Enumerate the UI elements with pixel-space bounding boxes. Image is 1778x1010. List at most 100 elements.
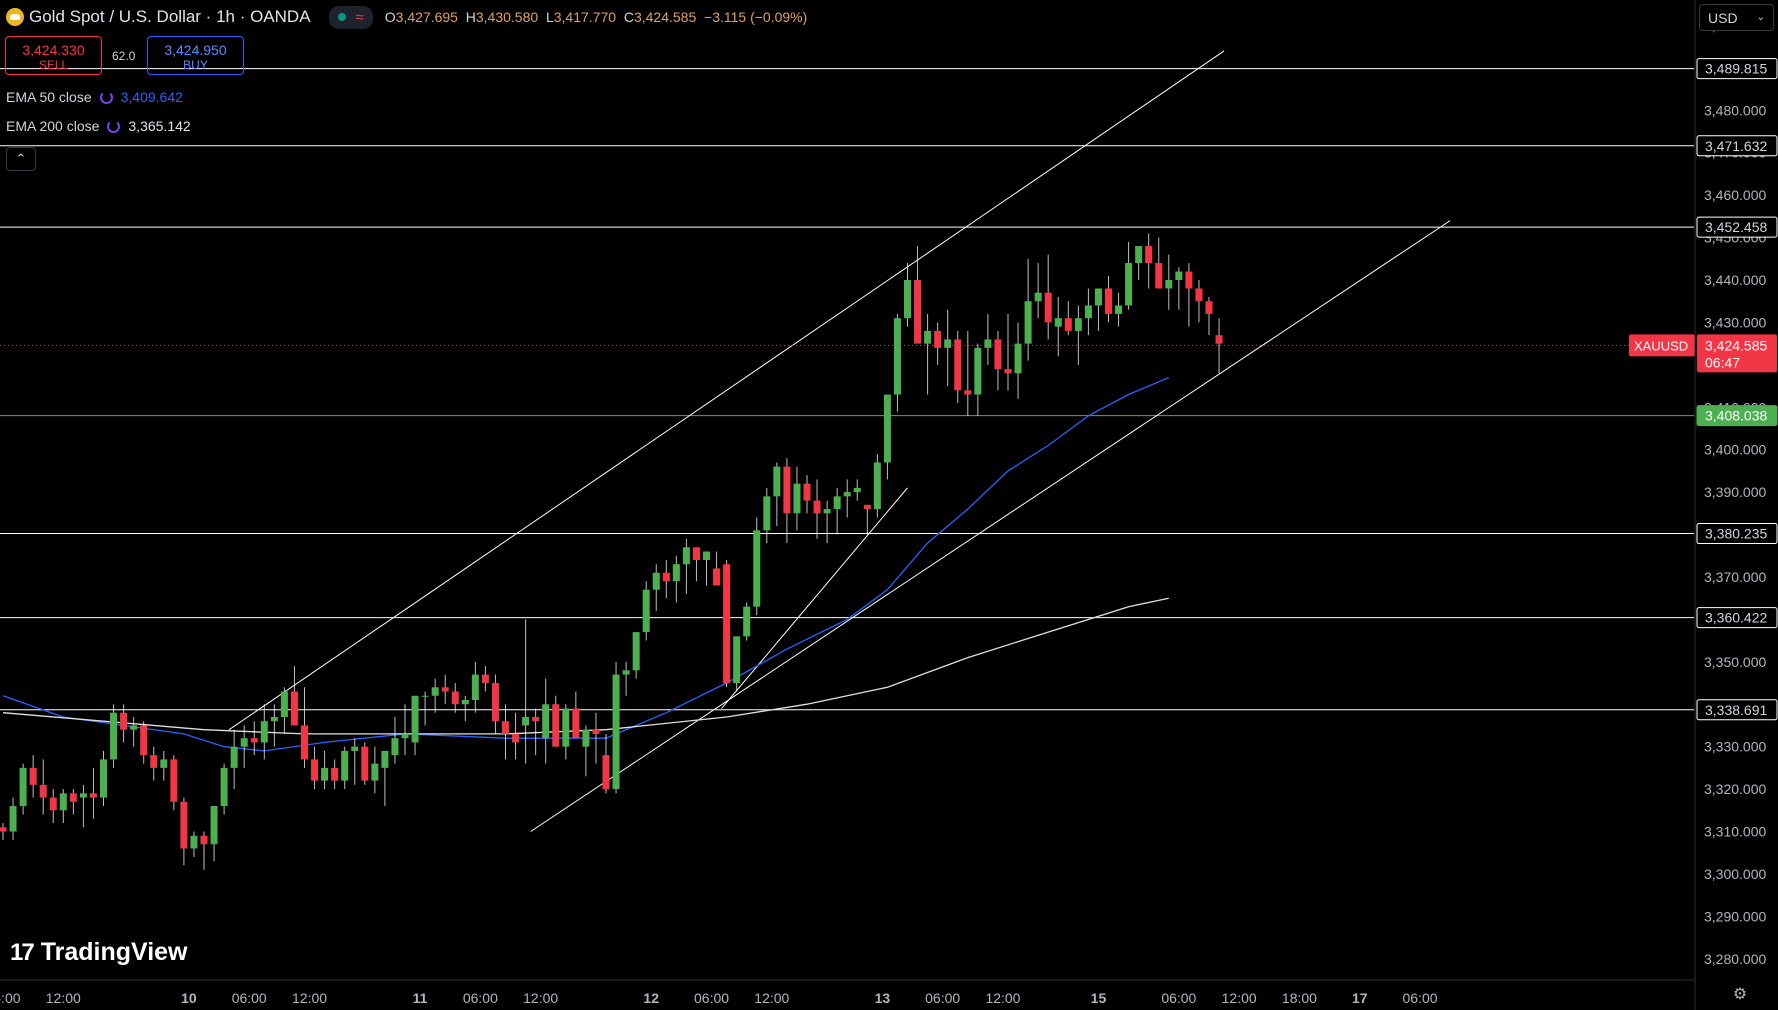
collapse-indicators-button[interactable]: ⌃ — [6, 147, 36, 171]
candle-body — [703, 551, 710, 560]
candle-body — [1064, 318, 1072, 331]
time-tick-label: 12:00 — [1222, 990, 1257, 1006]
candle-body — [1034, 292, 1042, 302]
ema50-label: EMA 50 close — [6, 89, 92, 105]
ema200-line — [2, 597, 1169, 735]
candle-body — [1145, 246, 1153, 264]
time-tick-label: 18:00 — [1282, 990, 1317, 1006]
candle-body — [240, 738, 248, 747]
trendline — [530, 220, 1451, 832]
sell-button[interactable]: 3,424.330 SELL — [5, 36, 102, 75]
candle-body — [461, 700, 469, 705]
candle-body — [662, 572, 670, 582]
candle-body — [512, 733, 520, 743]
candle-body — [1094, 288, 1102, 306]
currency-select[interactable]: USD ⌄ — [1699, 4, 1774, 31]
level-price-label: 3,408.038 — [1705, 408, 1767, 424]
price-tick-label: 3,300.000 — [1704, 866, 1766, 882]
candle-body — [853, 487, 861, 493]
candle-body — [753, 530, 761, 607]
candle-body — [331, 767, 339, 781]
gold-symbol-icon — [6, 8, 24, 26]
candle-body — [481, 674, 489, 684]
tradingview-logo: 17 TradingView — [10, 938, 188, 967]
settings-icon[interactable]: ⚙ — [1728, 984, 1752, 1006]
candle-body — [1054, 318, 1062, 327]
candle-body — [220, 767, 228, 807]
candle-body — [441, 687, 449, 692]
time-tick-label: 06:00 — [1403, 990, 1438, 1006]
trendline — [721, 487, 908, 709]
price-tick-label: 3,440.000 — [1704, 272, 1766, 288]
candle-body — [904, 280, 911, 319]
candle-body — [140, 725, 148, 756]
data-delay-icon: ≈ — [355, 8, 364, 26]
candle-body — [793, 483, 801, 514]
candle-body — [783, 466, 791, 514]
candle-body — [813, 500, 821, 514]
candle-body — [130, 725, 138, 730]
candle-body — [1115, 305, 1123, 314]
price-tick-label: 3,290.000 — [1704, 908, 1766, 924]
candle-body — [1135, 246, 1143, 264]
candle-body — [351, 746, 359, 751]
candle-body — [49, 797, 57, 811]
candle-body — [100, 759, 107, 798]
candle-body — [672, 564, 680, 582]
ema50-loading-icon — [99, 90, 113, 104]
candle-body — [873, 462, 881, 510]
candle-body — [833, 496, 841, 510]
candle-body — [491, 683, 499, 722]
candle-body — [451, 691, 459, 705]
candle-body — [914, 280, 922, 344]
candle-body — [401, 733, 409, 739]
candle-body — [532, 716, 540, 722]
candle-body — [180, 801, 188, 849]
candle-body — [1044, 292, 1052, 323]
time-tick-label: 06:00 — [1161, 990, 1196, 1006]
candle-body — [19, 767, 27, 807]
candle-body — [974, 347, 982, 395]
price-tick-label: 3,320.000 — [1704, 781, 1766, 797]
candle-body — [682, 547, 690, 565]
candle-body — [552, 704, 560, 747]
candle-body — [1205, 301, 1213, 314]
indicator-ema200[interactable]: EMA 200 close 3,365.142 — [6, 118, 191, 134]
last-price-label: 3,424.585 — [1705, 337, 1767, 353]
market-status[interactable]: ≈ — [328, 5, 373, 29]
candle-body — [1024, 301, 1032, 344]
sell-price: 3,424.330 — [22, 42, 85, 58]
level-price-label: 3,489.815 — [1705, 61, 1767, 77]
candle-body — [361, 746, 369, 781]
buy-button[interactable]: 3,424.950 BUY — [147, 36, 244, 75]
candle-body — [1084, 305, 1092, 319]
price-tick-label: 3,330.000 — [1704, 739, 1766, 755]
market-open-icon — [337, 13, 346, 21]
candle-body — [692, 547, 700, 560]
candle-body — [411, 695, 419, 743]
price-tick-label: 3,390.000 — [1704, 484, 1766, 500]
candle-body — [572, 708, 580, 739]
time-tick-label: 12:00 — [523, 990, 558, 1006]
indicator-ema50[interactable]: EMA 50 close 3,409.642 — [6, 89, 183, 105]
candle-body — [371, 763, 379, 781]
candle-body — [260, 721, 268, 743]
candle-body — [190, 835, 198, 849]
candle-body — [1155, 263, 1163, 289]
candle-body — [150, 755, 158, 768]
currency-value: USD — [1708, 9, 1738, 26]
candle-body — [773, 466, 781, 497]
time-tick-label: 17 — [1352, 990, 1368, 1006]
buy-label: BUY — [183, 58, 208, 72]
price-chart[interactable]: 3,280.000 3,290.000 3,300.000 3,310.000 3,32… — [0, 0, 1778, 1010]
candle-body — [632, 632, 640, 671]
candle-body — [652, 572, 660, 590]
candle-body — [341, 750, 349, 781]
price-tick-label: 3,460.000 — [1704, 187, 1766, 203]
chevron-down-icon: ⌄ — [1756, 12, 1765, 23]
ema200-value: 3,365.142 — [128, 118, 191, 134]
candle-body — [270, 716, 278, 722]
candle-body — [120, 712, 128, 730]
candle-body — [321, 767, 329, 781]
symbol-title[interactable]: Gold Spot / U.S. Dollar · 1h · OANDA — [29, 7, 311, 27]
